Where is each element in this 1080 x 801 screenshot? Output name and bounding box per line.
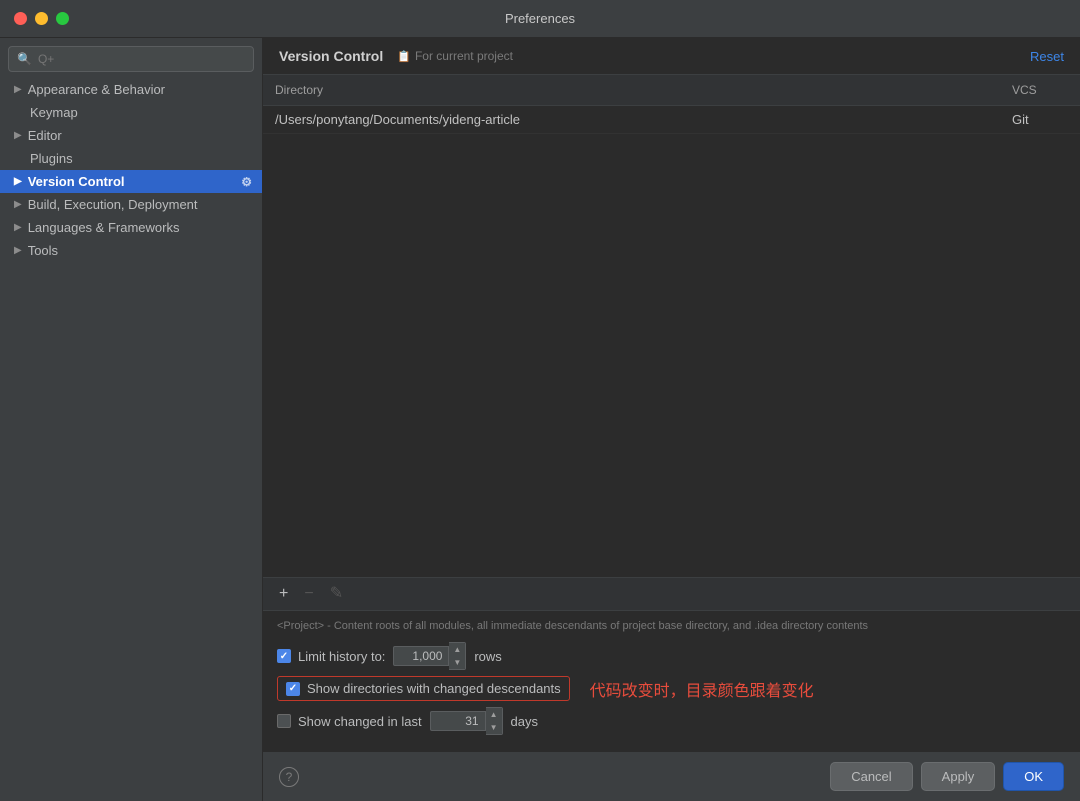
show-changed-last-suffix: days [511, 714, 538, 729]
table-header: Directory VCS [263, 75, 1080, 106]
page-title: Version Control [279, 48, 383, 64]
chevron-right-icon: ▶ [14, 245, 22, 256]
content-area: Version Control 📋 For current project Re… [263, 38, 1080, 801]
sidebar: 🔍 ▶ Appearance & Behavior Keymap ▶ Edito… [0, 38, 263, 801]
sidebar-item-label: Appearance & Behavior [28, 82, 165, 97]
cancel-button[interactable]: Cancel [830, 762, 912, 791]
sidebar-item-label: Languages & Frameworks [28, 220, 180, 235]
table-toolbar: + − ✎ [263, 577, 1080, 610]
option-limit-history: Limit history to: ▲ ▼ rows [277, 642, 1066, 670]
remove-button[interactable]: − [298, 584, 319, 604]
close-button[interactable] [14, 12, 27, 25]
show-changed-last-input[interactable] [430, 711, 486, 731]
sidebar-item-keymap[interactable]: Keymap [0, 101, 262, 124]
col-header-directory: Directory [263, 79, 1000, 101]
show-descendants-label[interactable]: Show directories with changed descendant… [286, 681, 561, 696]
maximize-button[interactable] [56, 12, 69, 25]
col-header-vcs: VCS [1000, 79, 1080, 101]
limit-history-suffix: rows [474, 649, 501, 664]
annotation-text: 代码改变时，目录颜色跟着变化 [590, 677, 814, 701]
limit-history-label[interactable]: Limit history to: [277, 649, 385, 664]
chevron-right-icon: ▶ [14, 199, 22, 210]
window-controls [14, 12, 69, 25]
sidebar-item-label: Keymap [30, 105, 78, 120]
bottom-options: <Project> - Content roots of all modules… [263, 610, 1080, 751]
show-changed-last-label[interactable]: Show changed in last [277, 714, 422, 729]
limit-history-input-group: ▲ ▼ [393, 642, 466, 670]
button-bar: ? Cancel Apply OK [263, 751, 1080, 801]
sidebar-item-plugins[interactable]: Plugins [0, 147, 262, 170]
main-layout: 🔍 ▶ Appearance & Behavior Keymap ▶ Edito… [0, 38, 1080, 801]
vcs-table: Directory VCS /Users/ponytang/Documents/… [263, 75, 1080, 610]
spinner-buttons-2: ▲ ▼ [486, 707, 503, 735]
project-icon: 📋 [397, 50, 411, 63]
spinner-up-button[interactable]: ▲ [449, 643, 465, 656]
sidebar-item-version-control[interactable]: ▶ Version Control ⚙ [0, 170, 262, 193]
reset-button[interactable]: Reset [1030, 49, 1064, 64]
highlighted-option-box: Show directories with changed descendant… [277, 676, 570, 701]
search-input[interactable] [38, 52, 245, 66]
hint-text: <Project> - Content roots of all modules… [277, 619, 1066, 634]
search-icon: 🔍 [17, 52, 32, 66]
cell-directory: /Users/ponytang/Documents/yideng-article [263, 106, 1000, 133]
apply-button[interactable]: Apply [921, 762, 996, 791]
minimize-button[interactable] [35, 12, 48, 25]
help-button[interactable]: ? [279, 767, 299, 787]
chevron-right-icon: ▶ [14, 176, 22, 187]
content-header-left: Version Control 📋 For current project [279, 48, 513, 64]
limit-history-input[interactable] [393, 646, 449, 666]
sidebar-item-languages[interactable]: ▶ Languages & Frameworks [0, 216, 262, 239]
show-changed-last-checkbox[interactable] [277, 714, 291, 728]
limit-history-checkbox[interactable] [277, 649, 291, 663]
sidebar-item-tools[interactable]: ▶ Tools [0, 239, 262, 262]
search-box[interactable]: 🔍 [8, 46, 254, 72]
sidebar-item-label: Tools [28, 243, 58, 258]
table-row[interactable]: /Users/ponytang/Documents/yideng-article… [263, 106, 1080, 134]
chevron-right-icon: ▶ [14, 84, 22, 95]
option-show-changed-last: Show changed in last ▲ ▼ days [277, 707, 1066, 735]
dialog-buttons: Cancel Apply OK [830, 762, 1064, 791]
show-descendants-checkbox[interactable] [286, 682, 300, 696]
content-header: Version Control 📋 For current project Re… [263, 38, 1080, 75]
sidebar-item-editor[interactable]: ▶ Editor [0, 124, 262, 147]
show-changed-last-text: Show changed in last [298, 714, 422, 729]
sidebar-item-appearance[interactable]: ▶ Appearance & Behavior [0, 78, 262, 101]
show-changed-last-input-group: ▲ ▼ [430, 707, 503, 735]
option-show-descendants: Show directories with changed descendant… [277, 676, 1066, 701]
title-bar: Preferences [0, 0, 1080, 38]
sidebar-item-label: Plugins [30, 151, 73, 166]
sidebar-item-label: Editor [28, 128, 62, 143]
spinner-down-button[interactable]: ▼ [449, 656, 465, 669]
add-button[interactable]: + [273, 584, 294, 604]
ok-button[interactable]: OK [1003, 762, 1064, 791]
sidebar-item-build[interactable]: ▶ Build, Execution, Deployment [0, 193, 262, 216]
spinner-up-button-2[interactable]: ▲ [486, 708, 502, 721]
show-descendants-text: Show directories with changed descendant… [307, 681, 561, 696]
spinner-down-button-2[interactable]: ▼ [486, 721, 502, 734]
edit-button[interactable]: ✎ [324, 584, 349, 604]
cell-vcs: Git [1000, 106, 1080, 133]
sidebar-item-label: Version Control [28, 174, 125, 189]
chevron-right-icon: ▶ [14, 130, 22, 141]
sidebar-item-label: Build, Execution, Deployment [28, 197, 198, 212]
spinner-buttons: ▲ ▼ [449, 642, 466, 670]
chevron-right-icon: ▶ [14, 222, 22, 233]
table-body: /Users/ponytang/Documents/yideng-article… [263, 106, 1080, 577]
limit-history-text: Limit history to: [298, 649, 385, 664]
for-project-label: 📋 For current project [397, 49, 513, 63]
settings-icon: ⚙ [241, 175, 252, 189]
window-title: Preferences [505, 11, 575, 26]
